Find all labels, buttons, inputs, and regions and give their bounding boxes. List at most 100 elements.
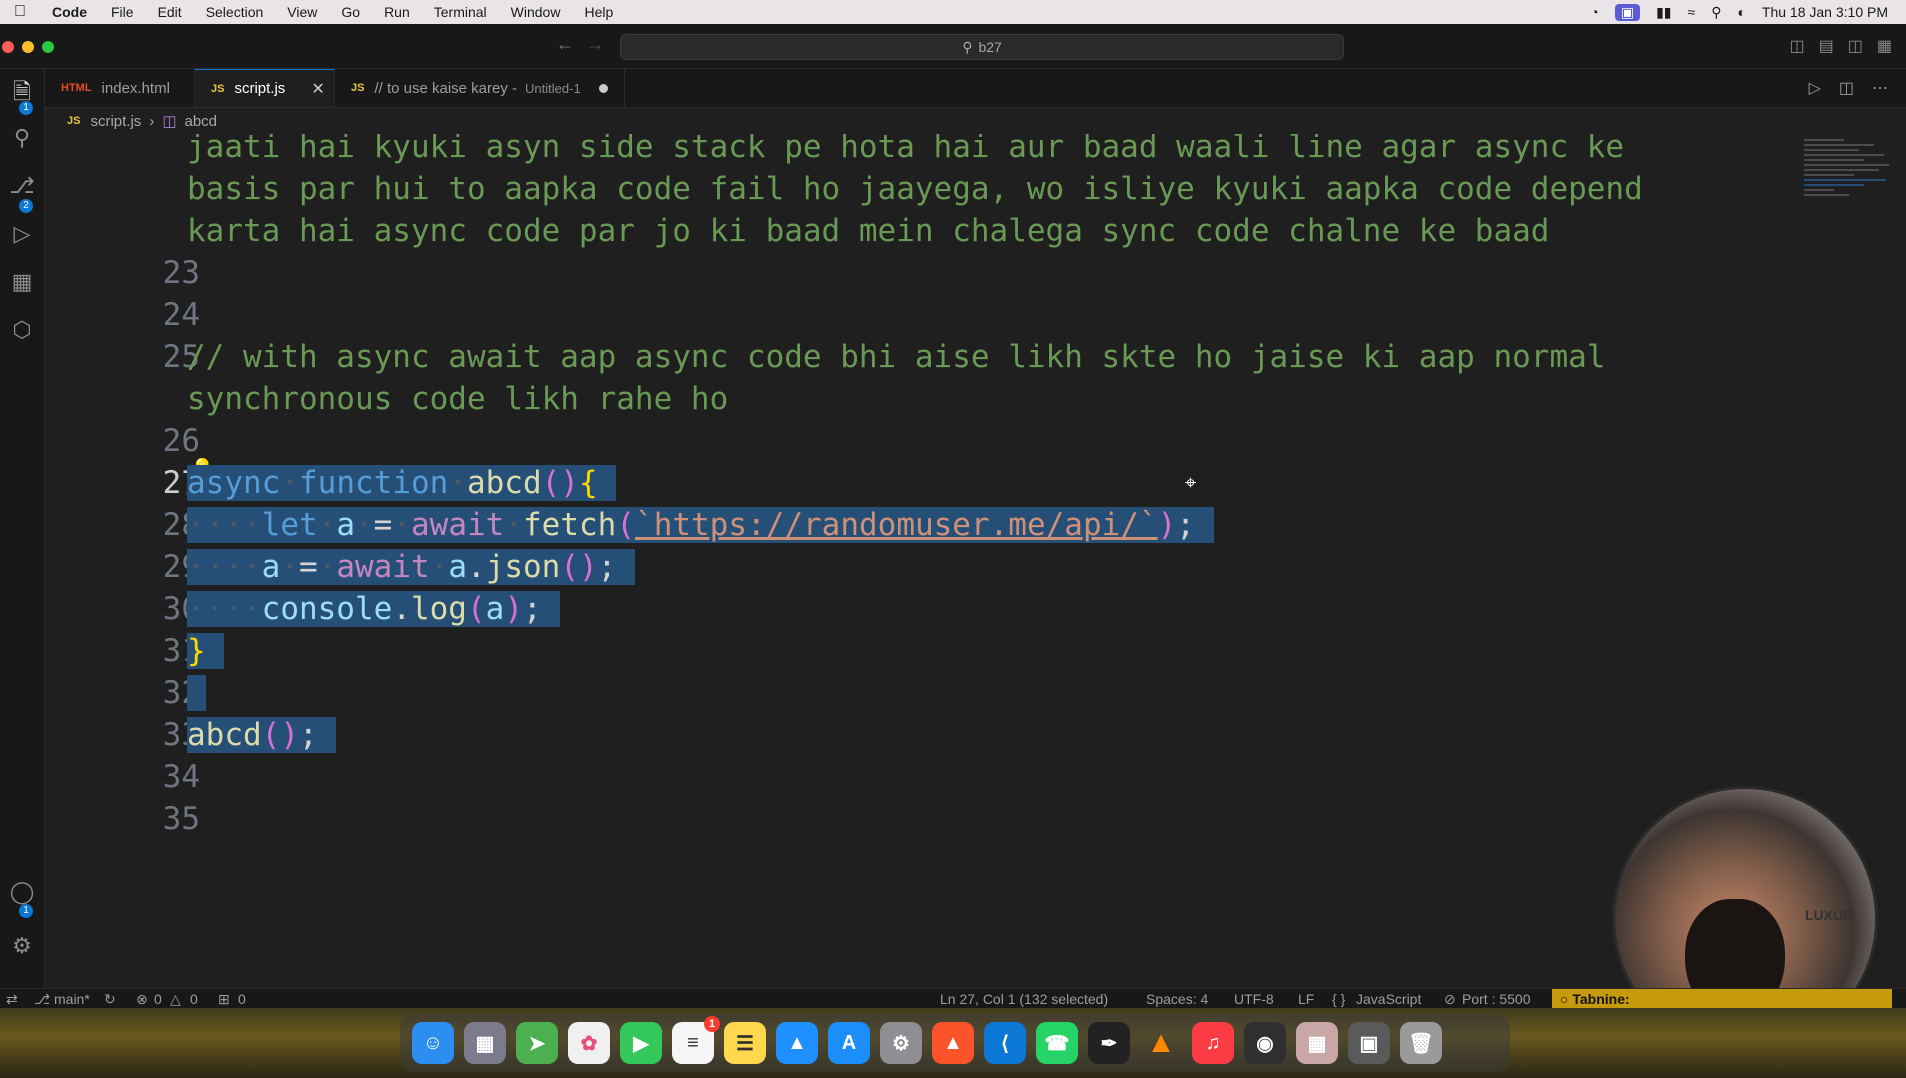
- remote-explorer-icon[interactable]: ⬡: [0, 317, 44, 343]
- line-number: 35: [162, 801, 200, 837]
- menu-window[interactable]: Window: [499, 4, 573, 20]
- screen-record-icon[interactable]: ◔: [1590, 4, 1598, 20]
- error-count[interactable]: 0: [154, 991, 162, 1007]
- split-editor-icon[interactable]: ◫: [1839, 78, 1854, 98]
- git-branch[interactable]: main*: [54, 991, 90, 1007]
- apple-icon[interactable]: : [0, 3, 40, 21]
- code-line-wrap: karta hai async code par jo ki baad mein…: [187, 213, 1550, 249]
- ports-count[interactable]: 0: [238, 991, 246, 1007]
- vlc-icon[interactable]: ▲: [1140, 1022, 1182, 1064]
- tabnine-status[interactable]: ○ Tabnine:: [1552, 989, 1892, 1009]
- breadcrumb-symbol[interactable]: abcd: [185, 113, 218, 130]
- remote-icon[interactable]: ⇄: [6, 991, 18, 1008]
- menu-terminal[interactable]: Terminal: [422, 4, 499, 20]
- settings-icon[interactable]: ⚙: [880, 1022, 922, 1064]
- sync-icon[interactable]: ↻: [104, 991, 116, 1008]
- minimize-window-button[interactable]: [22, 41, 34, 53]
- menu-edit[interactable]: Edit: [146, 4, 194, 20]
- back-arrow-icon[interactable]: ←: [556, 34, 574, 55]
- search-view-icon[interactable]: ⚲: [0, 125, 44, 151]
- fetch-url[interactable]: https://randomuser.me/api/: [654, 507, 1139, 543]
- whatsapp-icon[interactable]: ☎: [1036, 1022, 1078, 1064]
- toggle-secondary-sidebar-icon[interactable]: ◫: [1848, 36, 1863, 56]
- text-cursor-icon: ⌖: [1185, 470, 1197, 494]
- run-file-icon[interactable]: ▷: [1809, 78, 1821, 98]
- pen-icon[interactable]: ✒: [1088, 1022, 1130, 1064]
- cursor-position[interactable]: Ln 27, Col 1 (132 selected): [940, 991, 1108, 1007]
- menu-file[interactable]: File: [99, 4, 146, 20]
- encoding[interactable]: UTF-8: [1234, 991, 1274, 1007]
- indentation[interactable]: Spaces: 4: [1146, 991, 1208, 1007]
- customize-layout-icon[interactable]: ▦: [1877, 36, 1892, 56]
- error-icon: ⊗: [136, 991, 148, 1007]
- maximize-window-button[interactable]: [42, 41, 54, 53]
- run-debug-icon[interactable]: ▷: [0, 221, 44, 247]
- menu-help[interactable]: Help: [572, 4, 625, 20]
- menu-go[interactable]: Go: [329, 4, 372, 20]
- tabnine-label: Tabnine:: [1572, 991, 1630, 1007]
- battery-icon[interactable]: ▮▮: [1656, 4, 1671, 21]
- finder-icon[interactable]: ☺: [412, 1022, 454, 1064]
- breadcrumb-file[interactable]: script.js: [90, 113, 141, 130]
- source-control-badge: 2: [19, 199, 33, 213]
- warning-icon: △: [170, 991, 181, 1007]
- js-file-icon: JS: [67, 115, 81, 127]
- forward-arrow-icon[interactable]: →: [586, 34, 604, 55]
- manage-gear-icon[interactable]: ⚙: [0, 933, 44, 959]
- music-icon[interactable]: ♫: [1192, 1022, 1234, 1064]
- accounts-icon[interactable]: ◯: [0, 879, 44, 905]
- menu-app[interactable]: Code: [40, 4, 99, 20]
- menu-run[interactable]: Run: [372, 4, 422, 20]
- toggle-sidebar-icon[interactable]: ◫: [1790, 36, 1805, 56]
- line-number: 25: [162, 339, 200, 375]
- port-icon: ⊘: [1444, 991, 1456, 1007]
- tab-index-html[interactable]: HTML index.html: [45, 69, 195, 107]
- more-actions-icon[interactable]: ⋯: [1872, 78, 1888, 98]
- launchpad-icon[interactable]: ▦: [464, 1022, 506, 1064]
- warning-count[interactable]: 0: [190, 991, 198, 1007]
- notes-icon[interactable]: ☰: [724, 1022, 766, 1064]
- reminders-icon[interactable]: ≡ 1: [672, 1016, 720, 1064]
- command-center-search[interactable]: ⚲ b27: [620, 34, 1344, 60]
- window-titlebar: ← → ⚲ b27 ◫ ▤ ◫ ▦: [0, 24, 1906, 69]
- tab-script-js[interactable]: JS script.js ✕: [195, 69, 335, 107]
- close-tab-icon[interactable]: ✕: [311, 79, 324, 99]
- status-bar: ⇄ ⎇ main* ↻ ⊗ 0 △ 0 ⊞ 0 Ln 27, Col 1 (13…: [0, 988, 1906, 1009]
- stage-manager-icon[interactable]: ▣: [1614, 3, 1641, 21]
- toggle-panel-icon[interactable]: ▤: [1819, 36, 1834, 56]
- menu-view[interactable]: View: [275, 4, 329, 20]
- minimap[interactable]: [1804, 136, 1894, 256]
- js-file-icon: JS: [351, 82, 365, 94]
- menu-selection[interactable]: Selection: [194, 4, 276, 20]
- maps-icon[interactable]: ➤: [516, 1022, 558, 1064]
- end-of-line[interactable]: LF: [1298, 991, 1314, 1007]
- unsaved-dot-icon[interactable]: [598, 83, 608, 93]
- extensions-icon[interactable]: ▦: [0, 269, 44, 295]
- appstore-icon[interactable]: A: [828, 1022, 870, 1064]
- trash-icon[interactable]: 🗑: [1400, 1022, 1442, 1064]
- obs-icon[interactable]: ◉: [1244, 1022, 1286, 1064]
- keynote-icon[interactable]: ▲: [776, 1022, 818, 1064]
- dock-bar: ☺ ▦ ➤ ✿ ▶ ≡ 1 ☰ ▲ A ⚙ ▲ ⟨ ☎ ✒ ▲ ♫ ◉ ▦ ▣ 🗑: [400, 1014, 1510, 1072]
- search-icon: ⚲: [962, 38, 973, 55]
- facetime-icon[interactable]: ▶: [620, 1022, 662, 1064]
- vscode-icon[interactable]: ⟨: [984, 1022, 1026, 1064]
- tab-untitled-1[interactable]: JS // to use kaise karey - Untitled-1: [335, 69, 625, 107]
- brave-icon[interactable]: ▲: [932, 1022, 974, 1064]
- branch-icon: ⎇: [34, 991, 51, 1007]
- screenshot-icon[interactable]: ▣: [1348, 1022, 1390, 1064]
- preview-icon[interactable]: ▦: [1296, 1022, 1338, 1064]
- language-mode[interactable]: JavaScript: [1356, 991, 1421, 1007]
- control-center-icon[interactable]: ◐: [1737, 4, 1745, 20]
- breadcrumb: JS script.js › ◫ abcd: [45, 108, 1906, 134]
- photos-icon[interactable]: ✿: [568, 1022, 610, 1064]
- wifi-icon[interactable]: ≈: [1688, 4, 1696, 20]
- menubar-clock[interactable]: Thu 18 Jan 3:10 PM: [1762, 4, 1888, 20]
- source-control-icon[interactable]: ⎇: [0, 173, 44, 199]
- live-server-port[interactable]: Port : 5500: [1462, 991, 1531, 1007]
- macos-dock: ☺ ▦ ➤ ✿ ▶ ≡ 1 ☰ ▲ A ⚙ ▲ ⟨ ☎ ✒ ▲ ♫ ◉ ▦ ▣ 🗑: [0, 1008, 1906, 1078]
- tab-label: script.js: [234, 80, 286, 97]
- spotlight-icon[interactable]: ⚲: [1711, 4, 1721, 21]
- js-file-icon: JS: [211, 82, 225, 95]
- close-window-button[interactable]: [2, 41, 14, 53]
